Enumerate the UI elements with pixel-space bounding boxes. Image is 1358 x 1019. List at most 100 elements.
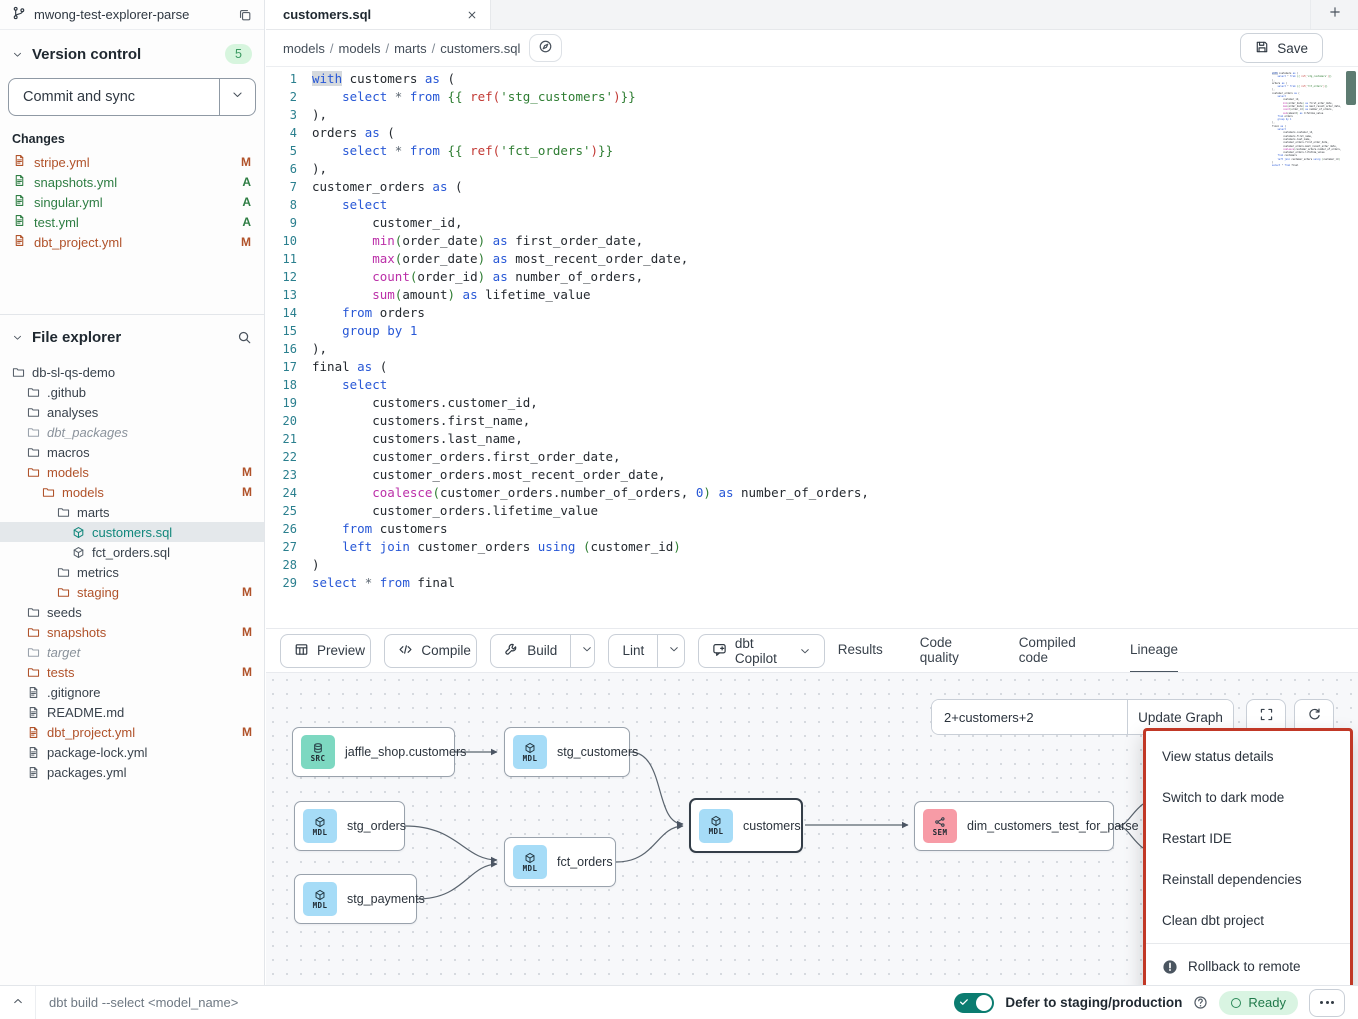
menu-item-restart-ide[interactable]: Restart IDE — [1146, 818, 1350, 859]
command-bar-expand-button[interactable] — [0, 986, 36, 1019]
tree-item-package-lock.yml[interactable]: package-lock.yml — [0, 742, 264, 762]
file-explorer-header[interactable]: File explorer — [0, 315, 264, 352]
file-icon — [13, 214, 26, 230]
tree-item-.gitignore[interactable]: .gitignore — [0, 682, 264, 702]
breadcrumb-segment[interactable]: models — [339, 41, 381, 56]
status-badge: Ready — [1219, 991, 1298, 1015]
commit-and-sync-button[interactable]: Commit and sync — [9, 79, 219, 115]
node-badge-label: MDL — [709, 827, 724, 836]
close-icon[interactable] — [466, 9, 478, 21]
tree-item-macros[interactable]: macros — [0, 442, 264, 462]
change-row[interactable]: dbt_project.ymlM — [0, 232, 264, 252]
lineage-node-dim_customers_test_for_parse[interactable]: SEMdim_customers_test_for_parse — [914, 801, 1114, 851]
minimap[interactable]: with customers as ( select * from {{ ref… — [1272, 72, 1342, 168]
change-row[interactable]: stripe.ymlM — [0, 152, 264, 172]
database-icon — [312, 742, 324, 754]
code-editor[interactable]: 1with customers as (2 select * from {{ r… — [266, 66, 1358, 628]
tree-item-seeds[interactable]: seeds — [0, 602, 264, 622]
tree-item-models[interactable]: modelsM — [0, 482, 264, 502]
tree-item-metrics[interactable]: metrics — [0, 562, 264, 582]
tree-item-customers.sql[interactable]: customers.sql — [0, 522, 264, 542]
breadcrumb-segment[interactable]: customers.sql — [440, 41, 520, 56]
tab-customers-sql[interactable]: customers.sql — [266, 0, 491, 29]
lineage-node-stg_orders[interactable]: MDLstg_orders — [294, 801, 405, 851]
tab-results[interactable]: Results — [838, 629, 883, 673]
changes-label: Changes — [0, 128, 264, 152]
menu-item-rollback-to-remote[interactable]: Rollback to remote — [1146, 946, 1350, 985]
tree-item-target[interactable]: target — [0, 642, 264, 662]
lineage-node-stg_customers[interactable]: MDLstg_customers — [504, 727, 630, 777]
folder-icon — [57, 506, 70, 519]
breadcrumb-segment[interactable]: models — [283, 41, 325, 56]
lineage-node-customers[interactable]: MDL customers — [689, 798, 803, 853]
lint-button[interactable]: Lint — [609, 635, 657, 667]
line-number: 22 — [266, 448, 312, 466]
save-label: Save — [1277, 41, 1308, 56]
tree-item-dbt_packages[interactable]: dbt_packages — [0, 422, 264, 442]
tree-item-models[interactable]: modelsM — [0, 462, 264, 482]
lineage-node-jaffle_shop.customers[interactable]: SRCjaffle_shop.customers — [292, 727, 455, 777]
build-label: Build — [527, 643, 557, 658]
line-number: 8 — [266, 196, 312, 214]
new-tab-button[interactable] — [1310, 0, 1358, 29]
tab-lineage[interactable]: Lineage — [1130, 629, 1178, 673]
code-line: 7customer_orders as ( — [266, 178, 1358, 196]
code-line: 17final as ( — [266, 358, 1358, 376]
search-icon[interactable] — [237, 330, 252, 345]
change-status: M — [241, 155, 251, 169]
help-icon[interactable] — [1193, 995, 1208, 1010]
chevron-down-icon — [581, 643, 593, 658]
preview-button[interactable]: Preview — [280, 634, 371, 668]
tab-code-quality[interactable]: Code quality — [920, 629, 982, 673]
git-branch-icon — [12, 6, 26, 23]
tree-item-snapshots[interactable]: snapshotsM — [0, 622, 264, 642]
tree-item-analyses[interactable]: analyses — [0, 402, 264, 422]
save-button[interactable]: Save — [1240, 33, 1323, 63]
branch-selector[interactable]: mwong-test-explorer-parse — [0, 0, 264, 30]
tree-item-marts[interactable]: marts — [0, 502, 264, 522]
editor-scrollbar[interactable] — [1346, 71, 1356, 105]
tree-item-db-sl-qs-demo[interactable]: db-sl-qs-demo — [0, 362, 264, 382]
navigate-button[interactable] — [529, 34, 562, 62]
change-row[interactable]: snapshots.ymlA — [0, 172, 264, 192]
lineage-node-fct_orders[interactable]: MDLfct_orders — [504, 837, 616, 887]
tab-compiled-code[interactable]: Compiled code — [1019, 629, 1093, 673]
more-options-button[interactable] — [1309, 989, 1345, 1017]
menu-item-view-status-details[interactable]: View status details — [1146, 736, 1350, 777]
tree-item-fct_orders.sql[interactable]: fct_orders.sql — [0, 542, 264, 562]
file-icon — [13, 194, 26, 210]
folder-icon — [27, 606, 40, 619]
code-line: 14 from orders — [266, 304, 1358, 322]
change-row[interactable]: singular.ymlA — [0, 192, 264, 212]
breadcrumb-segment[interactable]: marts — [394, 41, 427, 56]
command-input[interactable] — [36, 995, 576, 1010]
compile-button[interactable]: Compile — [384, 634, 477, 668]
node-label: customers — [743, 819, 801, 833]
node-label: fct_orders — [557, 855, 613, 869]
tree-item-tests[interactable]: testsM — [0, 662, 264, 682]
commit-options-button[interactable] — [219, 79, 255, 115]
compass-icon — [538, 39, 553, 57]
menu-item-clean-dbt-project[interactable]: Clean dbt project — [1146, 900, 1350, 941]
code-line: 15 group by 1 — [266, 322, 1358, 340]
tree-item-packages.yml[interactable]: packages.yml — [0, 762, 264, 782]
line-number: 27 — [266, 538, 312, 556]
tree-item-dbt_project.yml[interactable]: dbt_project.ymlM — [0, 722, 264, 742]
build-options-button[interactable] — [570, 635, 595, 667]
line-number: 20 — [266, 412, 312, 430]
lineage-panel: SRCjaffle_shop.customers MDLstg_customers… — [266, 672, 1358, 985]
tree-item-.github[interactable]: .github — [0, 382, 264, 402]
defer-toggle[interactable] — [954, 993, 994, 1013]
change-row[interactable]: test.ymlA — [0, 212, 264, 232]
dbt-copilot-button[interactable]: dbt Copilot — [698, 634, 825, 668]
version-control-header[interactable]: Version control 5 — [0, 30, 264, 70]
tree-item-README.md[interactable]: README.md — [0, 702, 264, 722]
lineage-node-stg_payments[interactable]: MDLstg_payments — [294, 874, 417, 924]
menu-item-switch-to-dark-mode[interactable]: Switch to dark mode — [1146, 777, 1350, 818]
menu-item-reinstall-dependencies[interactable]: Reinstall dependencies — [1146, 859, 1350, 900]
copy-icon[interactable] — [238, 8, 252, 22]
build-button[interactable]: Build — [491, 635, 570, 667]
lint-options-button[interactable] — [657, 635, 685, 667]
tree-item-staging[interactable]: stagingM — [0, 582, 264, 602]
lineage-search-input[interactable] — [932, 700, 1127, 734]
